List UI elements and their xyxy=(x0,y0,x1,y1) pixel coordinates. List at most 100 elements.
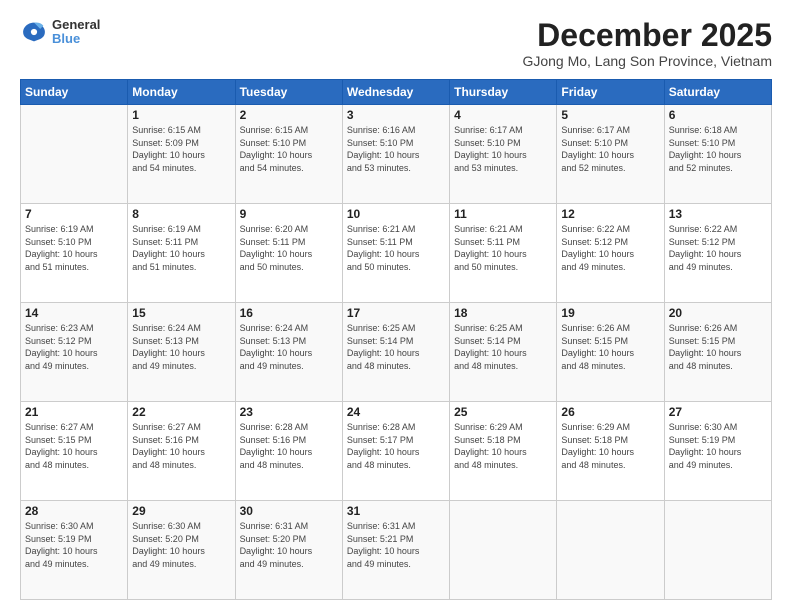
day-info: Sunrise: 6:15 AM Sunset: 5:09 PM Dayligh… xyxy=(132,124,230,174)
calendar-week-row: 21Sunrise: 6:27 AM Sunset: 5:15 PM Dayli… xyxy=(21,402,772,501)
calendar-cell: 25 Sunrise: 6:29 AM Sunset: 5:18 PM Dayli… xyxy=(450,402,557,501)
day-info: Sunrise: 6:31 AM Sunset: 5:20 PM Dayligh… xyxy=(240,520,338,570)
day-number: 7 xyxy=(25,207,123,221)
day-number: 18 xyxy=(454,306,552,320)
day-number: 12 xyxy=(561,207,659,221)
day-number: 21 xyxy=(25,405,123,419)
day-number: 9 xyxy=(240,207,338,221)
calendar-cell: 13 Sunrise: 6:22 AM Sunset: 5:12 PM Dayli… xyxy=(664,204,771,303)
logo: General Blue xyxy=(20,18,100,47)
calendar-cell: 8Sunrise: 6:19 AM Sunset: 5:11 PM Daylig… xyxy=(128,204,235,303)
day-info: Sunrise: 6:21 AM Sunset: 5:11 PM Dayligh… xyxy=(347,223,445,273)
day-number: 1 xyxy=(132,108,230,122)
day-number: 26 xyxy=(561,405,659,419)
weekday-header: Sunday xyxy=(21,80,128,105)
day-info: Sunrise: 6:30 AM Sunset: 5:19 PM Dayligh… xyxy=(669,421,767,471)
calendar-cell: 29Sunrise: 6:30 AM Sunset: 5:20 PM Dayli… xyxy=(128,501,235,600)
day-number: 20 xyxy=(669,306,767,320)
calendar-cell: 26 Sunrise: 6:29 AM Sunset: 5:18 PM Dayli… xyxy=(557,402,664,501)
day-info: Sunrise: 6:16 AM Sunset: 5:10 PM Dayligh… xyxy=(347,124,445,174)
calendar-cell: 6 Sunrise: 6:18 AM Sunset: 5:10 PM Daylig… xyxy=(664,105,771,204)
calendar-cell: 9Sunrise: 6:20 AM Sunset: 5:11 PM Daylig… xyxy=(235,204,342,303)
day-info: Sunrise: 6:25 AM Sunset: 5:14 PM Dayligh… xyxy=(454,322,552,372)
day-info: Sunrise: 6:22 AM Sunset: 5:12 PM Dayligh… xyxy=(669,223,767,273)
calendar-cell: 18 Sunrise: 6:25 AM Sunset: 5:14 PM Dayli… xyxy=(450,303,557,402)
logo-line2: Blue xyxy=(52,32,100,46)
day-info: Sunrise: 6:31 AM Sunset: 5:21 PM Dayligh… xyxy=(347,520,445,570)
weekday-header: Saturday xyxy=(664,80,771,105)
calendar-cell: 31 Sunrise: 6:31 AM Sunset: 5:21 PM Dayli… xyxy=(342,501,449,600)
calendar-cell xyxy=(664,501,771,600)
calendar-cell: 21Sunrise: 6:27 AM Sunset: 5:15 PM Dayli… xyxy=(21,402,128,501)
day-info: Sunrise: 6:15 AM Sunset: 5:10 PM Dayligh… xyxy=(240,124,338,174)
calendar-cell: 7 Sunrise: 6:19 AM Sunset: 5:10 PM Daylig… xyxy=(21,204,128,303)
day-info: Sunrise: 6:27 AM Sunset: 5:16 PM Dayligh… xyxy=(132,421,230,471)
day-info: Sunrise: 6:25 AM Sunset: 5:14 PM Dayligh… xyxy=(347,322,445,372)
calendar-cell: 24 Sunrise: 6:28 AM Sunset: 5:17 PM Dayli… xyxy=(342,402,449,501)
day-number: 8 xyxy=(132,207,230,221)
calendar-cell: 17 Sunrise: 6:25 AM Sunset: 5:14 PM Dayli… xyxy=(342,303,449,402)
calendar-cell: 12 Sunrise: 6:22 AM Sunset: 5:12 PM Dayli… xyxy=(557,204,664,303)
day-number: 23 xyxy=(240,405,338,419)
calendar-cell: 14Sunrise: 6:23 AM Sunset: 5:12 PM Dayli… xyxy=(21,303,128,402)
day-number: 22 xyxy=(132,405,230,419)
calendar-cell: 10 Sunrise: 6:21 AM Sunset: 5:11 PM Dayli… xyxy=(342,204,449,303)
weekday-header: Wednesday xyxy=(342,80,449,105)
calendar-cell: 3Sunrise: 6:16 AM Sunset: 5:10 PM Daylig… xyxy=(342,105,449,204)
day-info: Sunrise: 6:23 AM Sunset: 5:12 PM Dayligh… xyxy=(25,322,123,372)
day-number: 29 xyxy=(132,504,230,518)
day-number: 15 xyxy=(132,306,230,320)
day-number: 19 xyxy=(561,306,659,320)
day-number: 6 xyxy=(669,108,767,122)
day-info: Sunrise: 6:19 AM Sunset: 5:10 PM Dayligh… xyxy=(25,223,123,273)
calendar-cell: 4 Sunrise: 6:17 AM Sunset: 5:10 PM Daylig… xyxy=(450,105,557,204)
calendar-cell: 23 Sunrise: 6:28 AM Sunset: 5:16 PM Dayli… xyxy=(235,402,342,501)
day-info: Sunrise: 6:21 AM Sunset: 5:11 PM Dayligh… xyxy=(454,223,552,273)
day-number: 25 xyxy=(454,405,552,419)
day-info: Sunrise: 6:30 AM Sunset: 5:19 PM Dayligh… xyxy=(25,520,123,570)
day-info: Sunrise: 6:24 AM Sunset: 5:13 PM Dayligh… xyxy=(240,322,338,372)
day-number: 4 xyxy=(454,108,552,122)
day-info: Sunrise: 6:17 AM Sunset: 5:10 PM Dayligh… xyxy=(454,124,552,174)
day-info: Sunrise: 6:22 AM Sunset: 5:12 PM Dayligh… xyxy=(561,223,659,273)
calendar-table: SundayMondayTuesdayWednesdayThursdayFrid… xyxy=(20,79,772,600)
day-info: Sunrise: 6:18 AM Sunset: 5:10 PM Dayligh… xyxy=(669,124,767,174)
weekday-header: Thursday xyxy=(450,80,557,105)
day-info: Sunrise: 6:24 AM Sunset: 5:13 PM Dayligh… xyxy=(132,322,230,372)
day-number: 17 xyxy=(347,306,445,320)
subtitle: GJong Mo, Lang Son Province, Vietnam xyxy=(522,53,772,69)
calendar-cell xyxy=(557,501,664,600)
calendar-cell xyxy=(21,105,128,204)
day-info: Sunrise: 6:29 AM Sunset: 5:18 PM Dayligh… xyxy=(561,421,659,471)
calendar-cell: 11Sunrise: 6:21 AM Sunset: 5:11 PM Dayli… xyxy=(450,204,557,303)
logo-icon xyxy=(20,18,48,46)
day-info: Sunrise: 6:28 AM Sunset: 5:17 PM Dayligh… xyxy=(347,421,445,471)
calendar-cell: 2Sunrise: 6:15 AM Sunset: 5:10 PM Daylig… xyxy=(235,105,342,204)
weekday-header: Friday xyxy=(557,80,664,105)
calendar-cell: 1 Sunrise: 6:15 AM Sunset: 5:09 PM Daylig… xyxy=(128,105,235,204)
day-info: Sunrise: 6:17 AM Sunset: 5:10 PM Dayligh… xyxy=(561,124,659,174)
day-number: 24 xyxy=(347,405,445,419)
calendar-cell: 19 Sunrise: 6:26 AM Sunset: 5:15 PM Dayli… xyxy=(557,303,664,402)
header: General Blue December 2025 GJong Mo, Lan… xyxy=(20,18,772,69)
page: General Blue December 2025 GJong Mo, Lan… xyxy=(0,0,792,612)
calendar-week-row: 14Sunrise: 6:23 AM Sunset: 5:12 PM Dayli… xyxy=(21,303,772,402)
day-number: 27 xyxy=(669,405,767,419)
weekday-header: Tuesday xyxy=(235,80,342,105)
calendar-cell: 16Sunrise: 6:24 AM Sunset: 5:13 PM Dayli… xyxy=(235,303,342,402)
day-number: 5 xyxy=(561,108,659,122)
day-info: Sunrise: 6:26 AM Sunset: 5:15 PM Dayligh… xyxy=(561,322,659,372)
day-number: 10 xyxy=(347,207,445,221)
title-block: December 2025 GJong Mo, Lang Son Provinc… xyxy=(522,18,772,69)
calendar-header-row: SundayMondayTuesdayWednesdayThursdayFrid… xyxy=(21,80,772,105)
day-info: Sunrise: 6:28 AM Sunset: 5:16 PM Dayligh… xyxy=(240,421,338,471)
day-number: 31 xyxy=(347,504,445,518)
calendar-week-row: 1 Sunrise: 6:15 AM Sunset: 5:09 PM Daylig… xyxy=(21,105,772,204)
calendar-cell: 30Sunrise: 6:31 AM Sunset: 5:20 PM Dayli… xyxy=(235,501,342,600)
calendar-cell: 27 Sunrise: 6:30 AM Sunset: 5:19 PM Dayli… xyxy=(664,402,771,501)
day-number: 28 xyxy=(25,504,123,518)
day-info: Sunrise: 6:26 AM Sunset: 5:15 PM Dayligh… xyxy=(669,322,767,372)
day-number: 13 xyxy=(669,207,767,221)
calendar-cell: 22 Sunrise: 6:27 AM Sunset: 5:16 PM Dayli… xyxy=(128,402,235,501)
day-info: Sunrise: 6:29 AM Sunset: 5:18 PM Dayligh… xyxy=(454,421,552,471)
